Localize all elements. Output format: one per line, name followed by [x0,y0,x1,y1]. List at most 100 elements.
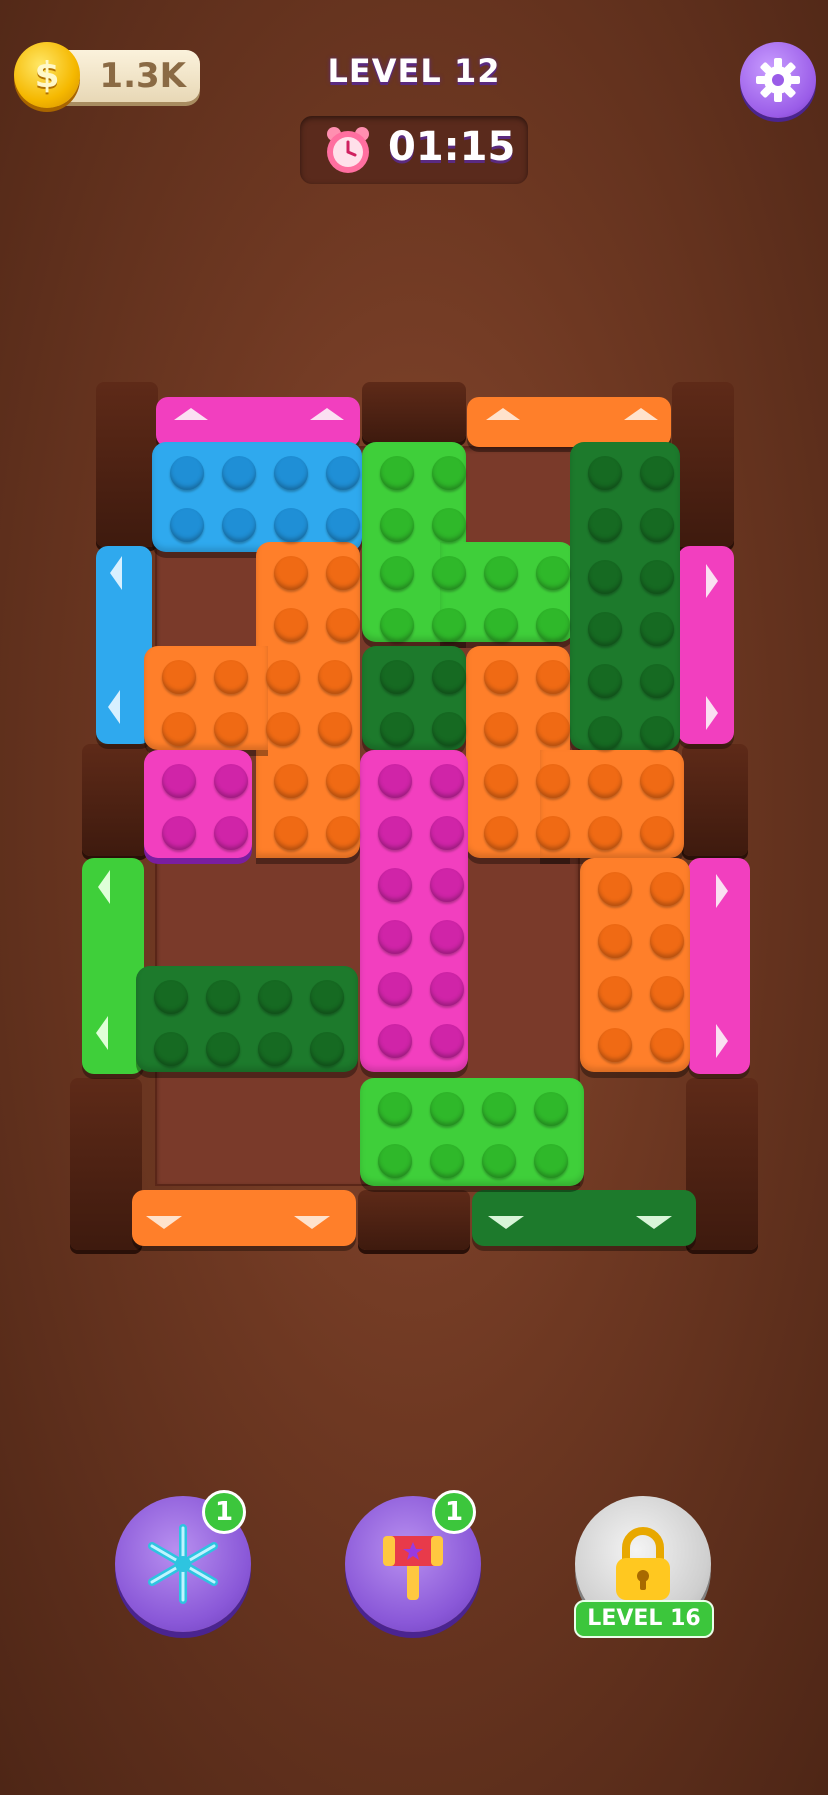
stud [430,972,464,1006]
arrow-up-icon [486,408,520,420]
stud [326,508,360,542]
stud [482,1092,516,1126]
arrow-left-icon [98,870,110,904]
stud [640,560,674,594]
stud [162,764,196,798]
stud [588,508,622,542]
stud [640,716,674,750]
exit-gate-pink-top [156,397,360,447]
stud [484,816,518,850]
stud [640,456,674,490]
stud [170,456,204,490]
stud [534,1144,568,1178]
wall-segment [682,744,748,856]
stud [536,816,570,850]
stud [310,1032,344,1066]
stud [214,660,248,694]
stud [378,1144,412,1178]
stud [378,920,412,954]
arrow-left-icon [108,690,120,724]
arrow-right-icon [706,696,718,730]
block-pink-vertical[interactable] [360,750,468,1072]
stud [214,712,248,746]
stud [170,508,204,542]
stud [640,612,674,646]
stud [484,764,518,798]
stud [650,976,684,1010]
wall-segment [358,1190,470,1250]
hammer-icon [383,1536,443,1600]
stud [274,816,308,850]
stud [274,608,308,642]
stud [588,560,622,594]
stud [326,608,360,642]
stud [380,608,414,642]
stud [206,980,240,1014]
stud [432,660,466,694]
stud [640,664,674,698]
stud [310,980,344,1014]
stud [640,764,674,798]
arrow-right-icon [716,874,728,908]
stud [378,764,412,798]
stud [258,1032,292,1066]
stud [154,1032,188,1066]
stud [318,712,352,746]
arrow-up-icon [310,408,344,420]
stud [650,1028,684,1062]
stud [430,1024,464,1058]
stud [380,712,414,746]
stud [326,816,360,850]
stud [214,764,248,798]
stud [378,972,412,1006]
stud [588,612,622,646]
wall-segment [672,382,734,547]
wall-segment [96,382,158,547]
stud [162,660,196,694]
wall-segment [82,744,148,856]
stud [588,456,622,490]
stud [588,716,622,750]
snowflake-icon [148,1524,218,1604]
stud [380,508,414,542]
stud [430,920,464,954]
arrow-left-icon [96,1016,108,1050]
lock-icon [616,1527,670,1600]
stud [222,508,256,542]
stud [482,1144,516,1178]
arrow-up-icon [174,408,208,420]
stud [380,456,414,490]
wall-segment [362,382,466,442]
stud [598,976,632,1010]
stud [484,608,518,642]
arrow-down-icon [488,1216,524,1229]
stud [432,556,466,590]
arrow-up-icon [624,408,658,420]
exit-gate-green-left [82,858,144,1074]
stud [378,868,412,902]
stud [274,764,308,798]
stud [430,1144,464,1178]
wall-segment [686,1078,758,1250]
stud [162,816,196,850]
arrow-down-icon [294,1216,330,1229]
stud [274,556,308,590]
stud [484,660,518,694]
stud [326,764,360,798]
stud [378,1092,412,1126]
stud [154,980,188,1014]
stud [274,456,308,490]
stud [650,872,684,906]
stud [484,712,518,746]
stud [206,1032,240,1066]
stud [536,608,570,642]
hammer-count-badge: 1 [432,1490,476,1534]
stud [432,508,466,542]
stud [222,456,256,490]
stud [598,924,632,958]
stud [640,816,674,850]
stud [588,664,622,698]
stud [534,1092,568,1126]
stud [380,556,414,590]
stud [484,556,518,590]
